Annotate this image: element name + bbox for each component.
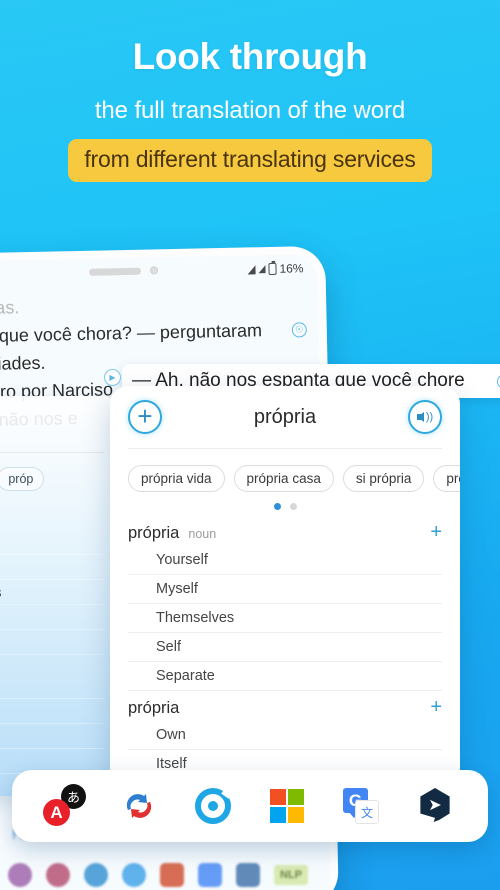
bg-service-icon-4 xyxy=(122,863,146,887)
ghost-list-item[interactable]: Themselves xyxy=(0,580,104,605)
battery-percent: 16% xyxy=(279,261,304,276)
plus-glyph: + xyxy=(137,400,153,431)
card-title: própria xyxy=(253,405,317,428)
translation-item[interactable]: Yourself xyxy=(128,546,442,575)
microsoft-squares xyxy=(270,789,304,823)
related-phrases-row: própria vida própria casa si própria pró… xyxy=(110,449,460,492)
plus-icon[interactable]: + xyxy=(128,400,162,434)
ghost-list-item[interactable]: Herself xyxy=(0,724,104,749)
promo-banner-wrap: from different translating services xyxy=(0,138,500,182)
group-part-of-speech: noun xyxy=(188,527,217,541)
group-word: própria xyxy=(128,699,180,717)
ghost-chips-row: própria vida próp xyxy=(0,453,118,491)
ghost-chip[interactable]: próp xyxy=(0,467,45,491)
babylon-service-icon[interactable]: あ A xyxy=(43,784,87,828)
phone-notch xyxy=(88,266,159,276)
pager-dots xyxy=(110,492,460,514)
background-translation-card: + própria vida próp próprianoun Yourself… xyxy=(0,396,118,796)
pager-dot-active[interactable] xyxy=(273,503,281,510)
translation-item[interactable]: Own xyxy=(128,721,442,750)
gt-glyph: 文 xyxy=(355,800,379,824)
document-line-text: as Oréiades. xyxy=(0,352,46,375)
plus-icon[interactable]: + xyxy=(430,522,442,542)
bg-service-icon-2 xyxy=(46,863,70,887)
card-header: + própria )) xyxy=(110,386,460,448)
ms-square-yellow xyxy=(288,807,304,823)
phrase-chip[interactable]: própria c xyxy=(433,465,460,492)
ghost-group-header: própria xyxy=(0,657,104,674)
ghost-card-header: + xyxy=(0,396,118,452)
bg-service-icon-3 xyxy=(84,863,108,887)
ghost-group-header: próprianoun xyxy=(0,513,104,530)
circle-d-glyph xyxy=(195,788,231,824)
ghost-list-item[interactable]: Itself xyxy=(0,699,104,724)
plus-icon[interactable]: + xyxy=(430,697,442,717)
bg-service-icon-7 xyxy=(236,863,260,887)
signal-secondary-icon xyxy=(258,265,266,274)
pager-dot[interactable] xyxy=(289,503,297,510)
status-indicators: 16% xyxy=(247,261,304,276)
bg-service-icon-1 xyxy=(8,863,32,887)
swap-arrows-glyph xyxy=(126,794,152,818)
earpiece-speaker xyxy=(88,267,142,276)
ghost-list-item[interactable]: Own xyxy=(0,674,104,699)
promo-subhead: the full translation of the word xyxy=(94,96,406,124)
translation-item[interactable]: Myself xyxy=(128,575,442,604)
ms-square-green xyxy=(288,789,304,805)
ghost-translation-list: próprianoun Yourself Myself Themselves S… xyxy=(0,491,118,796)
circle-d-service-icon[interactable] xyxy=(191,784,235,828)
ms-square-red xyxy=(270,789,286,805)
swap-arrows-service-icon[interactable] xyxy=(117,784,161,828)
translation-card: + própria )) própria vida própria casa s… xyxy=(110,386,460,786)
bg-nlp-label: NLP xyxy=(274,865,308,885)
speaker-icon[interactable]: )) xyxy=(407,400,442,434)
translation-group-header: própria + xyxy=(128,691,442,721)
phrase-chip[interactable]: própria vida xyxy=(128,465,225,492)
ghost-list-item[interactable]: Myself xyxy=(0,555,104,580)
bg-service-icon-6 xyxy=(198,863,222,887)
front-camera xyxy=(149,266,159,275)
translation-item[interactable]: Themselves xyxy=(128,604,442,633)
translation-list: própria noun + Yourself Myself Themselve… xyxy=(110,514,460,786)
signal-icon xyxy=(247,264,256,274)
speaker-waves: )) xyxy=(425,410,434,423)
google-translate-glyph: G 文 xyxy=(343,788,379,824)
reverso-service-icon[interactable]: ➤ xyxy=(413,784,457,828)
phrase-chip[interactable]: própria casa xyxy=(233,465,334,492)
translation-item[interactable]: Separate xyxy=(128,662,442,691)
babylon-letter-badge: A xyxy=(43,799,70,826)
translation-group-header: própria noun + xyxy=(128,516,442,546)
play-icon[interactable]: ▶ xyxy=(104,369,121,386)
translation-services-dock: あ A G 文 ➤ xyxy=(12,770,488,842)
google-translate-service-icon[interactable]: G 文 xyxy=(339,784,383,828)
ghost-list-item[interactable]: Separate xyxy=(0,630,104,655)
link-icon[interactable]: ☉ xyxy=(291,322,307,338)
bg-service-icon-5 xyxy=(160,863,184,887)
speaker-cone xyxy=(416,412,424,422)
background-services-dock: NLP xyxy=(0,858,320,890)
promo-headline: Look through xyxy=(132,36,368,77)
battery-icon xyxy=(268,262,277,276)
microsoft-translator-service-icon[interactable] xyxy=(265,784,309,828)
promo-header: Look through the full translation of the… xyxy=(0,0,500,182)
translation-item[interactable]: Self xyxy=(128,633,442,662)
phrase-chip[interactable]: si própria xyxy=(342,465,425,492)
promo-banner: from different translating services xyxy=(68,138,432,182)
ghost-list-item[interactable]: Self xyxy=(0,605,104,630)
reverso-glyph: ➤ xyxy=(420,788,450,822)
ghost-list-item[interactable]: Yourself xyxy=(0,530,104,555)
document-line-text: salgadas. xyxy=(0,297,20,319)
group-word: própria xyxy=(128,524,180,542)
ms-square-blue xyxy=(270,807,286,823)
